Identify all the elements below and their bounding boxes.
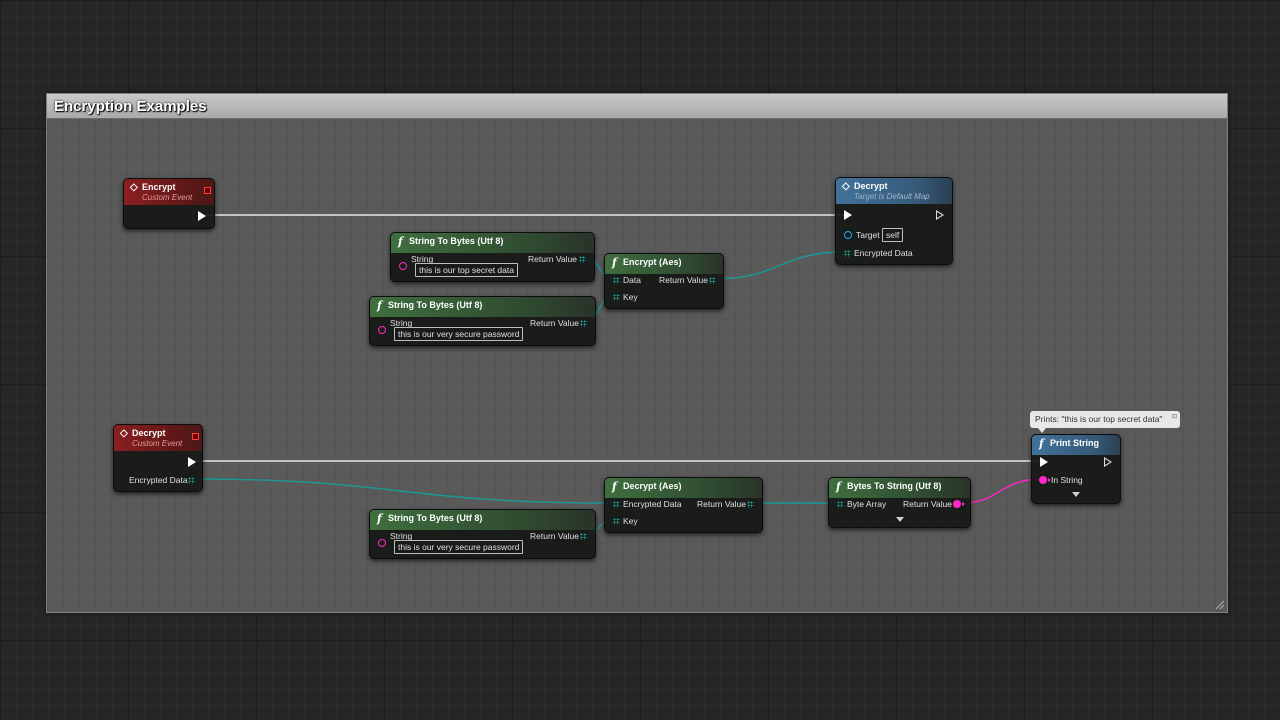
key-label: Key (623, 516, 638, 526)
function-f-icon: f (836, 480, 841, 493)
string-in-pin[interactable] (378, 326, 386, 334)
function-f-icon: f (377, 512, 382, 525)
node-title: Bytes To String (Utf 8) (847, 481, 942, 491)
node-string-to-bytes-3[interactable]: f String To Bytes (Utf 8) String this is… (369, 509, 596, 559)
node-header[interactable]: ◇ Encrypt Custom Event (124, 179, 214, 205)
function-f-icon: f (612, 480, 617, 493)
pin-bubble-icon[interactable]: ⊡ (1172, 413, 1177, 420)
node-header[interactable]: f Decrypt (Aes) (605, 478, 762, 498)
diamond-event-icon: ◇ (120, 428, 128, 439)
node-encrypt-event[interactable]: ◇ Encrypt Custom Event (123, 178, 215, 229)
node-decrypt-event[interactable]: ◇ Decrypt Custom Event Encrypted Data (113, 424, 203, 492)
delegate-pin-icon[interactable] (192, 433, 199, 440)
comment-box-encryption-examples[interactable]: Encryption Examples (46, 93, 1228, 613)
byte-array-label: Byte Array (847, 499, 887, 509)
exec-out-pin[interactable] (936, 210, 944, 220)
node-header[interactable]: f String To Bytes (Utf 8) (370, 510, 595, 530)
exec-in-pin[interactable] (844, 210, 852, 220)
string-input[interactable]: this is our very secure password (394, 540, 524, 554)
node-string-to-bytes-1[interactable]: f String To Bytes (Utf 8) String this is… (390, 232, 595, 282)
return-value-label: Return Value (697, 499, 746, 509)
node-title: Decrypt (854, 181, 888, 191)
function-f-icon: f (1039, 437, 1044, 450)
byte-array-pin[interactable] (837, 501, 844, 508)
in-string-pin[interactable] (1039, 476, 1051, 484)
expand-arrow-icon[interactable] (896, 517, 904, 522)
return-value-label: Return Value (530, 531, 579, 541)
key-label: Key (623, 292, 638, 302)
node-title: String To Bytes (Utf 8) (409, 236, 504, 246)
bubble-text: Prints: "this is our top secret data" (1035, 414, 1163, 424)
return-value-pin[interactable] (953, 500, 965, 508)
return-value-pin[interactable] (579, 256, 586, 263)
node-decrypt-call[interactable]: ◇ Decrypt Target is Default Map Target s… (835, 177, 953, 265)
node-subtitle: Target is Default Map (854, 192, 930, 201)
node-title: String To Bytes (Utf 8) (388, 300, 483, 310)
node-title: Print String (1050, 438, 1099, 448)
node-encrypt-aes[interactable]: f Encrypt (Aes) Data Return Value Key (604, 253, 724, 309)
target-value[interactable]: self (882, 228, 904, 242)
encrypted-data-label: Encrypted Data (623, 499, 682, 509)
function-f-icon: f (398, 235, 403, 248)
in-string-label: In String (1051, 475, 1083, 485)
node-header[interactable]: f Encrypt (Aes) (605, 254, 723, 274)
encrypted-data-pin[interactable] (844, 250, 851, 257)
function-f-icon: f (612, 256, 617, 269)
expand-arrow-icon[interactable] (1072, 492, 1080, 497)
key-pin[interactable] (613, 294, 620, 301)
encrypted-data-pin[interactable] (188, 477, 195, 484)
print-string-comment-bubble: Prints: "this is our top secret data" ⊡ (1030, 411, 1180, 433)
string-input[interactable]: this is our very secure password (394, 327, 524, 341)
node-string-to-bytes-2[interactable]: f String To Bytes (Utf 8) String this is… (369, 296, 596, 346)
return-value-label: Return Value (528, 254, 577, 264)
data-pin[interactable] (613, 277, 620, 284)
string-in-pin[interactable] (378, 539, 386, 547)
node-header[interactable]: f String To Bytes (Utf 8) (370, 297, 595, 317)
function-f-icon: f (377, 299, 382, 312)
return-value-pin[interactable] (580, 533, 587, 540)
return-value-label: Return Value (903, 499, 952, 509)
node-bytes-to-string[interactable]: f Bytes To String (Utf 8) Byte Array Ret… (828, 477, 971, 528)
return-value-pin[interactable] (580, 320, 587, 327)
key-pin[interactable] (613, 518, 620, 525)
target-label: Target (856, 230, 880, 240)
node-header[interactable]: ◇ Decrypt Custom Event (114, 425, 202, 451)
encrypted-data-pin[interactable] (613, 501, 620, 508)
node-title: Decrypt (132, 428, 166, 438)
node-print-string[interactable]: f Print String In String (1031, 434, 1121, 504)
diamond-event-icon: ◇ (842, 181, 850, 192)
node-header[interactable]: ◇ Decrypt Target is Default Map (836, 178, 952, 204)
node-subtitle: Custom Event (142, 193, 193, 202)
comment-header[interactable]: Encryption Examples (47, 94, 1227, 119)
node-decrypt-aes[interactable]: f Decrypt (Aes) Encrypted Data Return Va… (604, 477, 763, 533)
node-header[interactable]: f Print String (1032, 435, 1120, 455)
node-title: Encrypt (142, 182, 176, 192)
node-header[interactable]: f String To Bytes (Utf 8) (391, 233, 594, 253)
node-title: Encrypt (Aes) (623, 257, 682, 267)
target-pin[interactable] (844, 231, 852, 239)
data-label: Data (623, 275, 641, 285)
string-in-pin[interactable] (399, 262, 407, 270)
diamond-event-icon: ◇ (130, 182, 138, 193)
delegate-pin-icon[interactable] (204, 187, 211, 194)
return-value-pin[interactable] (747, 501, 754, 508)
exec-in-pin[interactable] (1040, 457, 1048, 467)
node-header[interactable]: f Bytes To String (Utf 8) (829, 478, 970, 498)
exec-out-pin[interactable] (188, 457, 196, 467)
return-value-pin[interactable] (709, 277, 716, 284)
node-title: Decrypt (Aes) (623, 481, 682, 491)
encrypted-data-label: Encrypted Data (854, 248, 913, 258)
string-input[interactable]: this is our top secret data (415, 263, 518, 277)
return-value-label: Return Value (659, 275, 708, 285)
node-title: String To Bytes (Utf 8) (388, 513, 483, 523)
resize-grip-icon[interactable] (1216, 601, 1224, 609)
return-value-label: Return Value (530, 318, 579, 328)
exec-out-pin[interactable] (198, 211, 206, 221)
encrypted-data-label: Encrypted Data (129, 475, 188, 485)
node-subtitle: Custom Event (132, 439, 183, 448)
exec-out-pin[interactable] (1104, 457, 1112, 467)
comment-title: Encryption Examples (54, 98, 207, 115)
